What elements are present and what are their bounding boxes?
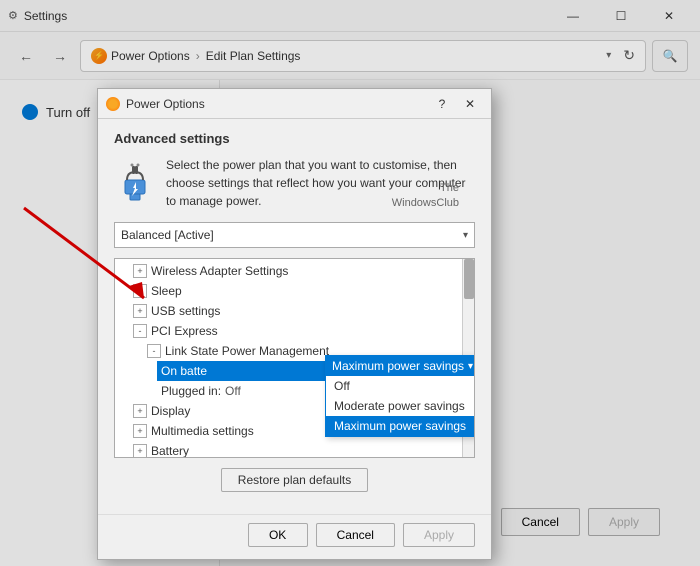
link-state-expander[interactable]: - [147, 344, 161, 358]
watermark-windows-club: WindowsClub [392, 197, 459, 209]
dialog-title: Power Options [126, 97, 429, 111]
wireless-label: Wireless Adapter Settings [151, 264, 288, 278]
tree-usb[interactable]: + USB settings [129, 301, 474, 321]
inline-dropdown[interactable]: Maximum power savings ▾ Off Moderate pow… [325, 355, 475, 437]
plan-dropdown-arrow: ▾ [463, 230, 468, 241]
power-plan-icon [114, 156, 156, 204]
sleep-label: Sleep [151, 284, 182, 298]
multimedia-label: Multimedia settings [151, 424, 254, 438]
pci-expander[interactable]: - [133, 324, 147, 338]
tree-battery[interactable]: + Battery [129, 441, 474, 457]
inline-option-off[interactable]: Off [326, 376, 475, 396]
inline-option-maximum[interactable]: Maximum power savings [326, 416, 475, 436]
option-moderate-label: Moderate power savings [334, 399, 465, 413]
scrollbar-thumb [464, 259, 474, 299]
dialog-cancel-button[interactable]: Cancel [316, 523, 395, 547]
dialog-controls: ? ✕ [429, 93, 483, 115]
inline-option-moderate[interactable]: Moderate power savings [326, 396, 475, 416]
plugged-in-label: Plugged in: [161, 384, 221, 398]
inline-dropdown-header[interactable]: Maximum power savings ▾ [326, 356, 475, 376]
dialog-power-icon [106, 97, 120, 111]
dialog-close-button[interactable]: ✕ [457, 93, 483, 115]
description-area: Select the power plan that you want to c… [114, 156, 475, 210]
inline-dropdown-arrow: ▾ [468, 361, 473, 372]
option-maximum-label: Maximum power savings [334, 419, 466, 433]
inline-dropdown-selected: Maximum power savings [332, 359, 464, 373]
tree-pci[interactable]: - PCI Express [129, 321, 474, 341]
dialog-help-button[interactable]: ? [429, 93, 455, 115]
plan-dropdown-value: Balanced [Active] [121, 228, 214, 242]
tree-wireless[interactable]: + Wireless Adapter Settings [129, 261, 474, 281]
tree-sleep[interactable]: + Sleep [129, 281, 474, 301]
multimedia-expander[interactable]: + [133, 424, 147, 438]
power-options-dialog: Power Options ? ✕ Advanced settings [97, 88, 492, 560]
dialog-titlebar: Power Options ? ✕ [98, 89, 491, 119]
display-label: Display [151, 404, 190, 418]
dialog-body: Advanced settings [98, 119, 491, 514]
usb-expander[interactable]: + [133, 304, 147, 318]
sleep-expander[interactable]: + [133, 284, 147, 298]
advanced-settings-label: Advanced settings [114, 131, 475, 146]
watermark-the: The [440, 182, 459, 194]
dialog-footer: OK Cancel Apply [98, 514, 491, 559]
tree-section: + Wireless Adapter Settings + Sleep + US… [114, 258, 475, 458]
battery-label: Battery [151, 444, 189, 457]
pci-label: PCI Express [151, 324, 218, 338]
plugged-in-value: Off [225, 384, 241, 398]
dialog-ok-button[interactable]: OK [248, 523, 308, 547]
watermark: The WindowsClub [392, 181, 459, 210]
on-battery-label: On batte [161, 364, 207, 378]
link-state-label: Link State Power Management [165, 344, 329, 358]
wireless-expander[interactable]: + [133, 264, 147, 278]
plan-dropdown[interactable]: Balanced [Active] ▾ [114, 222, 475, 248]
power-icon-svg [117, 158, 153, 202]
restore-plan-defaults-button[interactable]: Restore plan defaults [221, 468, 368, 492]
display-expander[interactable]: + [133, 404, 147, 418]
usb-label: USB settings [151, 304, 220, 318]
tree-container[interactable]: + Wireless Adapter Settings + Sleep + US… [114, 258, 475, 458]
option-off-label: Off [334, 379, 350, 393]
battery-expander[interactable]: + [133, 444, 147, 457]
dialog-apply-button[interactable]: Apply [403, 523, 475, 547]
